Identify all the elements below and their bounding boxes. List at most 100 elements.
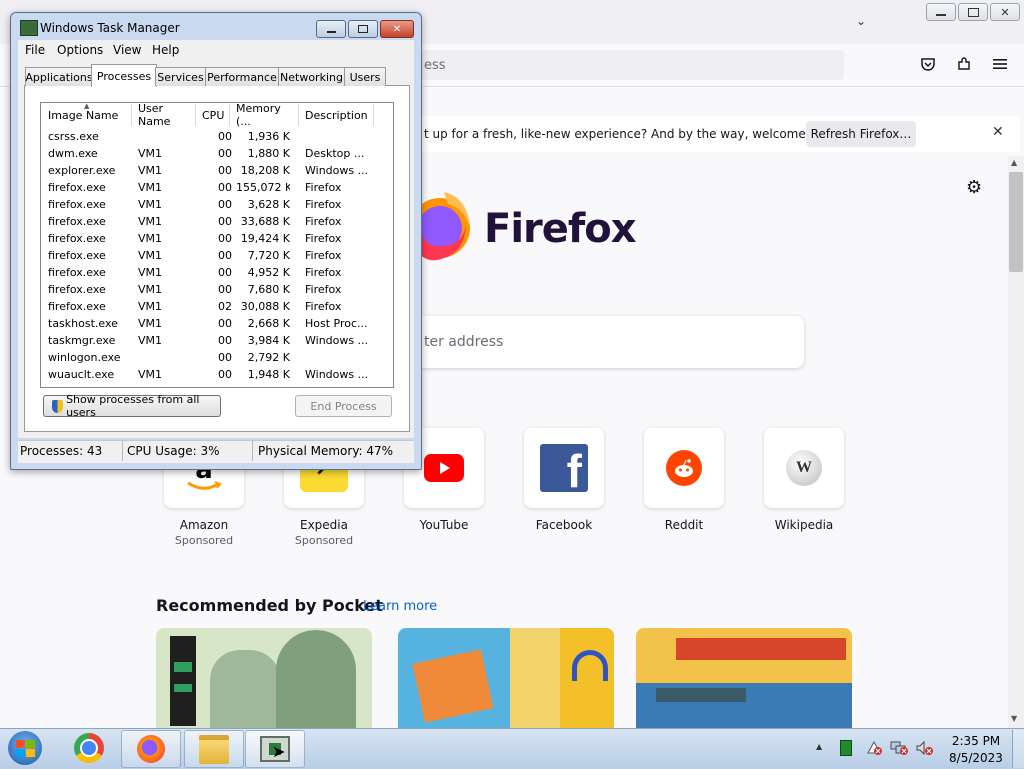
window-title: Windows Task Manager	[40, 21, 180, 35]
cell-image-name: firefox.exe	[48, 215, 106, 228]
scrollbar-thumb[interactable]	[1009, 172, 1023, 272]
pocket-learn-more-link[interactable]: Learn more	[363, 599, 437, 614]
cell-user-name: VM1	[138, 232, 163, 245]
maximize-button[interactable]	[348, 20, 378, 38]
cell-image-name: firefox.exe	[48, 249, 106, 262]
pocket-icon[interactable]	[918, 54, 938, 74]
minimize-button[interactable]	[316, 20, 346, 38]
table-row[interactable]: taskmgr.exe VM1 00 3,984 K Windows ...	[42, 332, 374, 349]
refresh-firefox-button[interactable]: Refresh Firefox…	[806, 121, 916, 147]
pocket-card[interactable]	[398, 628, 614, 728]
taskbar-explorer[interactable]	[184, 730, 244, 768]
scroll-up-icon[interactable]: ▲	[1011, 158, 1017, 167]
taskbar-firefox[interactable]	[121, 730, 181, 768]
table-row[interactable]: firefox.exe VM1 02 30,088 K Firefox	[42, 298, 374, 315]
show-hidden-icons-icon[interactable]: ▲	[816, 742, 822, 751]
cell-cpu: 00	[218, 351, 232, 364]
cell-description: Windows ...	[305, 368, 369, 381]
pocket-card[interactable]	[156, 628, 372, 728]
table-row[interactable]: firefox.exe VM1 00 7,680 K Firefox	[42, 281, 374, 298]
cell-cpu: 00	[218, 317, 232, 330]
start-button[interactable]	[6, 730, 44, 766]
table-row[interactable]: winlogon.exe 00 2,792 K	[42, 349, 374, 366]
sort-ascending-icon: ▲	[84, 102, 90, 110]
volume-icon[interactable]	[916, 740, 934, 756]
shortcut-wikipedia[interactable]: W	[764, 428, 844, 508]
cell-memory: 33,688 K	[240, 215, 290, 228]
chrome-icon	[74, 733, 104, 763]
table-row[interactable]: firefox.exe VM1 00 19,424 K Firefox	[42, 230, 374, 247]
cell-description: Firefox	[305, 249, 342, 262]
scroll-down-icon[interactable]: ▼	[1011, 714, 1017, 723]
taskbar-chrome[interactable]	[60, 730, 118, 766]
cell-cpu: 00	[218, 181, 232, 194]
url-bar[interactable]	[400, 50, 844, 80]
shortcut-label: YouTube	[419, 518, 469, 532]
cell-memory: 3,628 K	[247, 198, 290, 211]
menu-help[interactable]: Help	[152, 43, 179, 57]
windows-logo-icon	[8, 731, 42, 765]
extensions-icon[interactable]	[954, 54, 974, 74]
settings-gear-icon[interactable]: ⚙	[966, 177, 986, 198]
cell-memory: 2,668 K	[247, 317, 290, 330]
hamburger-menu-icon[interactable]	[990, 54, 1010, 74]
table-row[interactable]: firefox.exe VM1 00 155,072 K Firefox	[42, 179, 374, 196]
table-row[interactable]: firefox.exe VM1 00 4,952 K Firefox	[42, 264, 374, 281]
tray-app-icon[interactable]	[840, 740, 852, 756]
shortcut-reddit[interactable]	[644, 428, 724, 508]
notification-close-icon[interactable]: ✕	[992, 124, 1004, 140]
shortcut-facebook[interactable]: f	[524, 428, 604, 508]
tab-services[interactable]: Services	[155, 67, 206, 86]
cell-user-name: VM1	[138, 164, 163, 177]
close-button[interactable]: ✕	[380, 20, 414, 38]
cell-cpu: 00	[218, 334, 232, 347]
tab-networking[interactable]: Networking	[278, 67, 345, 86]
table-row[interactable]: dwm.exe VM1 00 1,880 K Desktop ...	[42, 145, 374, 162]
facebook-icon: f	[540, 444, 588, 492]
cell-image-name: firefox.exe	[48, 181, 106, 194]
task-manager-icon	[20, 20, 38, 36]
cell-cpu: 00	[218, 368, 232, 381]
pocket-card-image	[156, 628, 372, 728]
show-all-processes-button[interactable]: Show processes from all users	[43, 393, 221, 419]
cell-cpu: 00	[218, 198, 232, 211]
table-row[interactable]: wuauclt.exe VM1 00 1,948 K Windows ...	[42, 366, 374, 383]
column-description[interactable]: Description	[299, 104, 374, 126]
column-cpu[interactable]: CPU	[196, 104, 230, 126]
menu-view[interactable]: View	[113, 43, 141, 57]
clock-time[interactable]: 2:35 PM	[946, 734, 1006, 748]
shortcut-label: Expedia	[300, 518, 348, 532]
end-process-button[interactable]: End Process	[295, 395, 392, 417]
cell-image-name: firefox.exe	[48, 266, 106, 279]
pocket-card[interactable]	[636, 628, 852, 728]
sponsored-label: Sponsored	[294, 534, 354, 547]
table-row[interactable]: explorer.exe VM1 00 18,208 K Windows ...	[42, 162, 374, 179]
menu-options[interactable]: Options	[57, 43, 103, 57]
table-row[interactable]: firefox.exe VM1 00 3,628 K Firefox	[42, 196, 374, 213]
tab-performance[interactable]: Performance	[205, 67, 279, 86]
action-center-icon[interactable]	[866, 740, 882, 755]
firefox-close-button[interactable]: ✕	[990, 3, 1020, 21]
status-cpu: CPU Usage: 3%	[127, 444, 220, 458]
firefox-restore-button[interactable]	[958, 3, 988, 21]
list-all-tabs-icon[interactable]: ⌄	[856, 14, 866, 28]
firefox-minimize-button[interactable]	[926, 3, 956, 21]
column-memory[interactable]: Memory (...	[230, 102, 299, 128]
tab-processes[interactable]: Processes	[91, 64, 157, 87]
cell-description: Firefox	[305, 181, 342, 194]
column-user-name[interactable]: User Name	[132, 102, 196, 128]
table-row[interactable]: csrss.exe 00 1,936 K	[42, 128, 374, 145]
cell-user-name: VM1	[138, 317, 163, 330]
network-icon[interactable]	[890, 740, 908, 755]
mouse-cursor-icon: ➤	[272, 742, 286, 761]
table-row[interactable]: firefox.exe VM1 00 33,688 K Firefox	[42, 213, 374, 230]
table-row[interactable]: taskhost.exe VM1 00 2,668 K Host Proc...	[42, 315, 374, 332]
show-desktop-button[interactable]	[1012, 730, 1024, 768]
cell-description: Windows ...	[305, 334, 369, 347]
menu-file[interactable]: File	[25, 43, 45, 57]
tab-applications[interactable]: Applications	[25, 67, 93, 86]
cell-image-name: firefox.exe	[48, 198, 106, 211]
table-row[interactable]: firefox.exe VM1 00 7,720 K Firefox	[42, 247, 374, 264]
clock-date[interactable]: 8/5/2023	[946, 751, 1006, 765]
tab-users[interactable]: Users	[344, 67, 386, 86]
